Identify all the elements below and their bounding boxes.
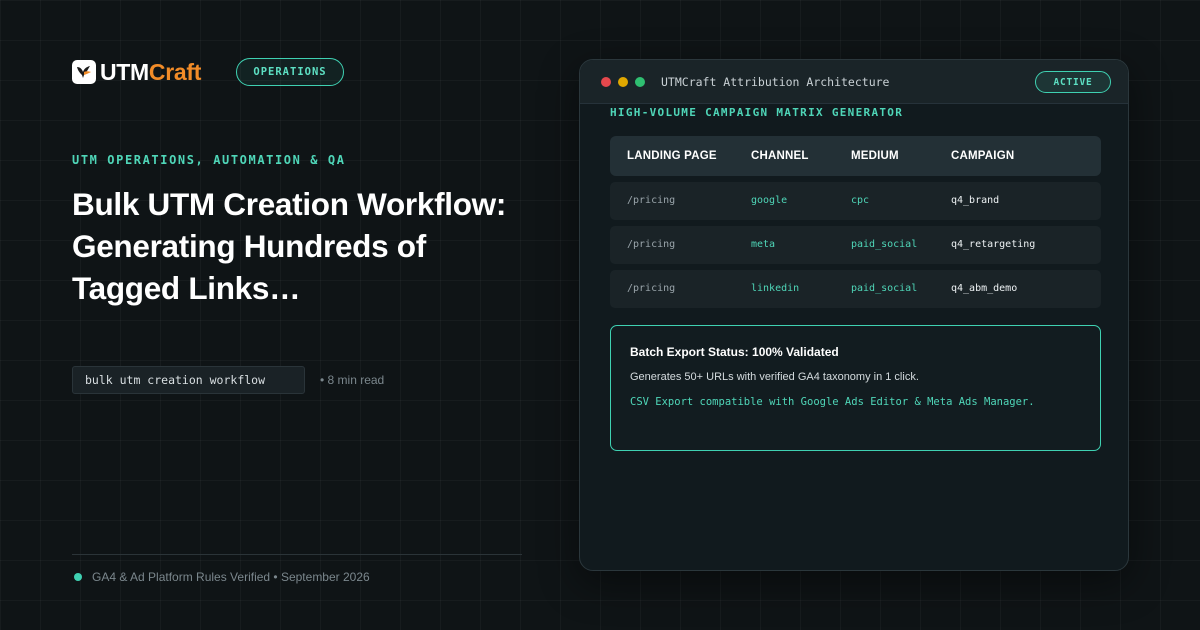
footer-divider	[72, 554, 522, 555]
cell-channel: google	[751, 195, 788, 206]
article-headline: Bulk UTM Creation Workflow: Generating H…	[72, 186, 507, 306]
window-title: UTMCraft Attribution Architecture	[661, 75, 890, 89]
cell-channel: meta	[751, 239, 776, 250]
close-dot-icon[interactable]	[601, 77, 611, 87]
section-label: HIGH-VOLUME CAMPAIGN MATRIX GENERATOR	[610, 106, 904, 119]
brand-name: UTMCraft	[100, 59, 201, 86]
status-card-description: Generates 50+ URLs with verified GA4 tax…	[630, 371, 919, 383]
table-header: LANDING PAGE CHANNEL MEDIUM CAMPAIGN	[610, 136, 1101, 176]
table-row[interactable]: /pricing linkedin paid_social q4_abm_dem…	[610, 270, 1101, 308]
cell-campaign: q4_abm_demo	[951, 283, 1018, 294]
brand-name-part2: Craft	[148, 58, 202, 85]
cell-campaign: q4_brand	[951, 195, 1000, 206]
cell-landing-page: /pricing	[627, 195, 676, 206]
column-header-campaign: CAMPAIGN	[951, 150, 1015, 162]
footer-verification-text: GA4 & Ad Platform Rules Verified • Septe…	[92, 570, 370, 584]
cell-medium: paid_social	[851, 283, 918, 294]
table-row[interactable]: /pricing meta paid_social q4_retargeting	[610, 226, 1101, 264]
brand-name-part1: UTM	[100, 58, 149, 85]
keyword-chip[interactable]: bulk utm creation workflow	[72, 366, 305, 394]
column-header-medium: MEDIUM	[851, 150, 899, 162]
article-eyebrow: UTM OPERATIONS, AUTOMATION & QA	[72, 153, 346, 167]
active-status-badge: ACTIVE	[1035, 71, 1111, 93]
status-dot-icon	[74, 573, 82, 581]
table-row[interactable]: /pricing google cpc q4_brand	[610, 182, 1101, 220]
minimize-dot-icon[interactable]	[618, 77, 628, 87]
batch-export-status-card: Batch Export Status: 100% Validated Gene…	[610, 325, 1101, 451]
cell-medium: paid_social	[851, 239, 918, 250]
column-header-channel: CHANNEL	[751, 150, 809, 162]
cell-landing-page: /pricing	[627, 283, 676, 294]
maximize-dot-icon[interactable]	[635, 77, 645, 87]
cell-campaign: q4_retargeting	[951, 239, 1036, 250]
cell-channel: linkedin	[751, 283, 800, 294]
status-card-title: Batch Export Status: 100% Validated	[630, 345, 839, 359]
brand-logo[interactable]: UTMCraft	[72, 59, 201, 85]
window-titlebar: UTMCraft Attribution Architecture ACTIVE	[580, 60, 1128, 104]
read-time: • 8 min read	[320, 373, 385, 387]
cell-medium: cpc	[851, 195, 870, 206]
bird-icon	[72, 60, 96, 84]
column-header-landing-page: LANDING PAGE	[627, 150, 717, 162]
status-card-export-note: CSV Export compatible with Google Ads Ed…	[630, 396, 1035, 408]
attribution-window: UTMCraft Attribution Architecture ACTIVE…	[579, 59, 1129, 571]
cell-landing-page: /pricing	[627, 239, 676, 250]
category-pill[interactable]: OPERATIONS	[236, 58, 344, 86]
